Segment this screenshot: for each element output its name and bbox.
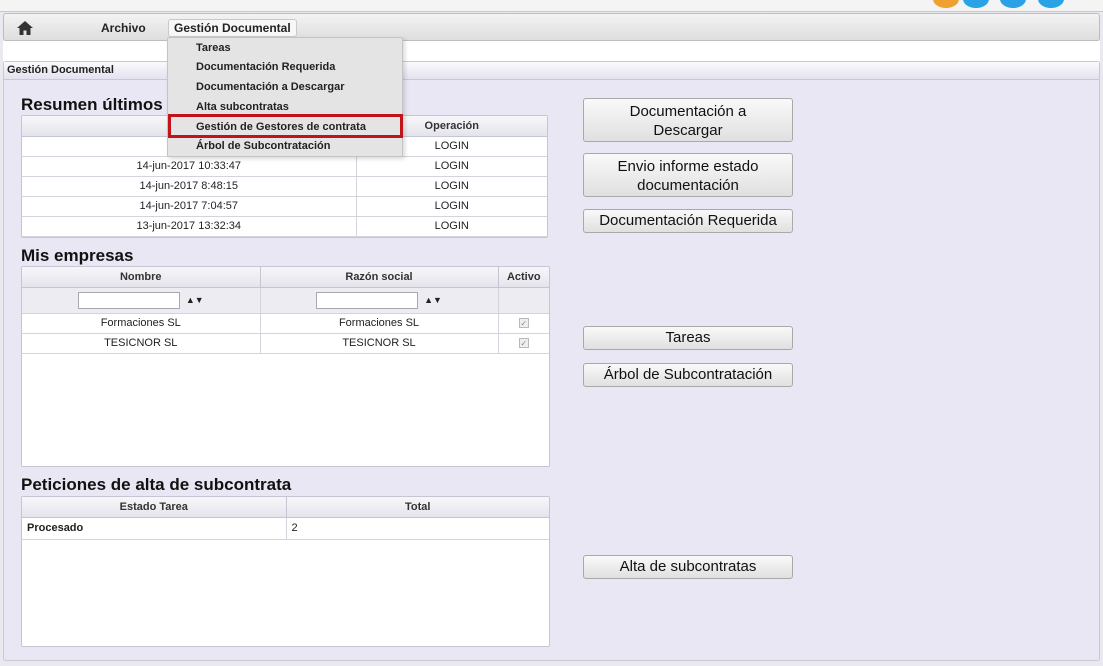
orange-circle-icon[interactable] <box>933 0 959 8</box>
menu-archivo[interactable]: Archivo <box>96 19 151 37</box>
operacion-cell: LOGIN <box>356 196 547 217</box>
window-top-strip <box>0 0 1103 12</box>
dropdown-item-alta-subcontratas[interactable]: Alta subcontratas <box>196 99 289 115</box>
documentacion-requerida-button[interactable]: Documentación Requerida <box>583 209 793 233</box>
dropdown-item-arbol-subcontratacion[interactable]: Árbol de Subcontratación <box>196 138 330 154</box>
table-row[interactable]: TESICNOR SL TESICNOR SL ✓ <box>22 333 549 354</box>
table-row: 14-jun-2017 8:48:15 LOGIN <box>22 176 547 197</box>
table-row: 13-jun-2017 13:32:34 LOGIN <box>22 216 547 237</box>
razon-social-cell: TESICNOR SL <box>260 333 499 354</box>
nombre-cell: TESICNOR SL <box>22 333 261 354</box>
dropdown-item-gestion-gestores[interactable]: Gestión de Gestores de contrata <box>196 119 366 135</box>
fecha-cell: 14-jun-2017 10:33:47 <box>22 156 357 177</box>
blue-circle-icon[interactable] <box>963 0 989 8</box>
dropdown-item-documentacion-descargar[interactable]: Documentación a Descargar <box>196 79 345 95</box>
fecha-cell: 13-jun-2017 13:32:34 <box>22 216 357 237</box>
alta-subcontratas-button[interactable]: Alta de subcontratas <box>583 555 793 579</box>
column-header-estado-tarea[interactable]: Estado Tarea <box>22 497 287 518</box>
sort-arrows-icon[interactable]: ▲▼ <box>186 295 204 305</box>
nombre-cell: Formaciones SL <box>22 313 261 334</box>
blue-circle-icon[interactable] <box>1000 0 1026 8</box>
home-icon[interactable] <box>16 20 34 36</box>
documentacion-descargar-button[interactable]: Documentación a Descargar <box>583 98 793 142</box>
arbol-subcontratacion-button[interactable]: Árbol de Subcontratación <box>583 363 793 387</box>
blue-circle-icon[interactable] <box>1038 0 1064 8</box>
table-row[interactable]: Procesado 2 <box>22 517 549 540</box>
column-header-activo[interactable]: Activo <box>498 267 549 288</box>
estado-cell: Procesado <box>22 517 287 540</box>
button-label: Envio informe estado <box>617 158 759 175</box>
empresas-title: Mis empresas <box>21 246 134 265</box>
column-header-nombre[interactable]: Nombre <box>22 267 261 288</box>
gestion-documental-dropdown: Tareas Documentación Requerida Documenta… <box>167 37 403 157</box>
dropdown-item-tareas[interactable]: Tareas <box>196 40 231 56</box>
total-cell: 2 <box>286 517 549 540</box>
razon-social-cell: Formaciones SL <box>260 313 499 334</box>
column-header-total[interactable]: Total <box>286 497 549 518</box>
resumen-title: Resumen últimos <box>21 95 163 114</box>
sort-arrows-icon[interactable]: ▲▼ <box>424 295 442 305</box>
peticiones-title: Peticiones de alta de subcontrata <box>21 475 292 494</box>
operacion-cell: LOGIN <box>356 216 547 237</box>
operacion-cell: LOGIN <box>356 176 547 197</box>
filter-row: ▲▼ ▲▼ <box>22 287 549 314</box>
menu-gestion-documental[interactable]: Gestión Documental <box>168 19 297 37</box>
column-header-razon-social[interactable]: Razón social <box>260 267 499 288</box>
razon-social-filter-input[interactable] <box>316 291 419 309</box>
button-label: documentación <box>637 177 739 194</box>
button-label: Documentación a <box>629 103 747 120</box>
empresas-grid: Nombre Razón social Activo ▲▼ ▲▼ Formaci… <box>21 266 550 467</box>
button-label: Descargar <box>653 122 723 139</box>
table-row: 14-jun-2017 7:04:57 LOGIN <box>22 196 547 217</box>
operacion-cell: LOGIN <box>356 156 547 177</box>
tareas-button[interactable]: Tareas <box>583 326 793 350</box>
activo-checkbox[interactable]: ✓ <box>518 338 529 348</box>
fecha-cell: 14-jun-2017 7:04:57 <box>22 196 357 217</box>
envio-informe-button[interactable]: Envio informe estado documentación <box>583 153 793 197</box>
table-row[interactable]: Formaciones SL Formaciones SL ✓ <box>22 313 549 334</box>
nombre-filter-input[interactable] <box>77 291 180 309</box>
peticiones-grid: Estado Tarea Total Procesado 2 <box>21 496 550 647</box>
fecha-cell: 14-jun-2017 8:48:15 <box>22 176 357 197</box>
dropdown-item-documentacion-requerida[interactable]: Documentación Requerida <box>196 59 335 75</box>
table-row: 14-jun-2017 10:33:47 LOGIN <box>22 156 547 177</box>
activo-checkbox[interactable]: ✓ <box>518 318 529 328</box>
